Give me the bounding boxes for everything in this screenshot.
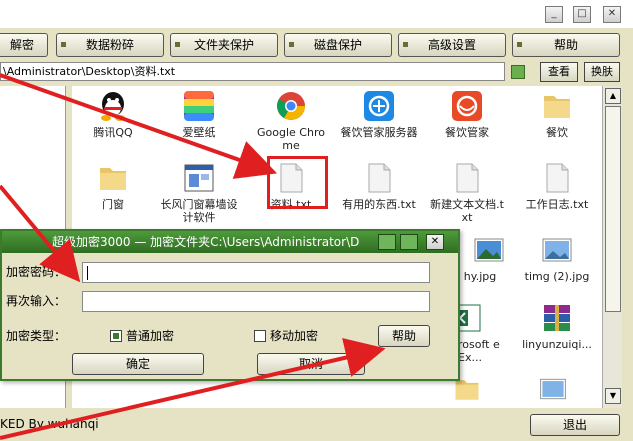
exit-button[interactable]: 退出 xyxy=(530,414,620,436)
folder-protect-button-label: 文件夹保护 xyxy=(193,38,254,52)
folder-icon xyxy=(544,96,570,118)
file-label: hy.jpg xyxy=(463,270,497,283)
folder-icon xyxy=(100,168,126,190)
file-label: 门窗 xyxy=(102,198,124,211)
dialog-title-bar: 超级加密3000 — 加密文件夹C:\Users\Administrator\D… xyxy=(2,231,458,253)
button-dot-icon xyxy=(61,42,66,47)
file-item[interactable]: 餐饮管家 xyxy=(428,86,506,158)
toolbar: 解密 数据粉碎 文件夹保护 磁盘保护 高级设置 帮助 xyxy=(0,31,633,59)
help-button[interactable]: 帮助 xyxy=(512,33,620,57)
decrypt-button-label: 解密 xyxy=(9,38,34,52)
maximize-icon[interactable]: □ xyxy=(573,6,591,23)
disk-protect-button-label: 磁盘保护 xyxy=(313,38,362,52)
file-item[interactable]: 腾讯QQ xyxy=(74,86,152,158)
file-item[interactable]: 爱壁纸 xyxy=(160,86,238,158)
mobile-encrypt-label: 移动加密 xyxy=(270,329,319,343)
password-input[interactable] xyxy=(82,262,430,283)
data-shred-button[interactable]: 数据粉碎 xyxy=(56,33,164,57)
image-file-icon xyxy=(474,238,504,262)
file-item[interactable]: 长风门窗幕墙设计软件 xyxy=(160,158,238,230)
file-label: rosoft e Ex... xyxy=(458,338,500,364)
file-label: 工作日志.txt xyxy=(525,198,589,211)
encrypt-type-label: 加密类型： xyxy=(6,329,67,343)
close-icon[interactable]: ✕ xyxy=(603,6,621,23)
dialog-close-icon[interactable]: ✕ xyxy=(426,234,444,250)
advanced-settings-button[interactable]: 高级设置 xyxy=(398,33,506,57)
change-skin-button[interactable]: 换肤 xyxy=(584,62,620,82)
txt-file-icon xyxy=(456,163,479,193)
file-item[interactable]: 餐饮 xyxy=(518,86,596,158)
dialog-minimize-icon[interactable] xyxy=(378,234,396,250)
scrollbar-thumb[interactable] xyxy=(605,106,621,312)
dialog-title: 超级加密3000 — 加密文件夹C:\Users\Administrator\D xyxy=(52,235,360,249)
mobile-encrypt-checkbox[interactable] xyxy=(254,330,266,342)
minimize-icon[interactable]: _ xyxy=(545,6,563,23)
image-file-icon xyxy=(542,238,572,262)
file-label: 餐饮 xyxy=(546,126,568,139)
normal-encrypt-label: 普通加密 xyxy=(126,329,175,343)
wallpaper-app-icon xyxy=(184,91,214,121)
restaurant-app-icon xyxy=(452,91,482,121)
button-dot-icon xyxy=(175,42,180,47)
file-item[interactable]: 门窗 xyxy=(74,158,152,230)
file-label: linyunzuiqi... xyxy=(522,338,592,351)
title-bar: _ □ ✕ xyxy=(0,0,633,28)
confirm-password-input[interactable] xyxy=(82,291,430,312)
file-item[interactable]: 有用的东西.txt xyxy=(340,158,418,230)
ok-button[interactable]: 确定 xyxy=(72,353,204,375)
file-item[interactable]: 餐饮管家服务器 xyxy=(340,86,418,158)
address-row: \Administrator\Desktop\资料.txt 查看 换肤 xyxy=(0,60,633,84)
folder-protect-button[interactable]: 文件夹保护 xyxy=(170,33,278,57)
file-item[interactable]: 工作日志.txt xyxy=(518,158,596,230)
advanced-settings-button-label: 高级设置 xyxy=(427,38,476,52)
file-label: Google Chrome xyxy=(257,126,325,152)
file-item[interactable]: timg (2).jpg xyxy=(518,230,596,302)
data-shred-button-label: 数据粉碎 xyxy=(85,38,134,52)
password-label: 加密密码： xyxy=(6,265,67,279)
file-item[interactable]: Google Chrome xyxy=(252,86,330,158)
status-text: KED By wuhanqi xyxy=(0,417,99,431)
txt-file-icon xyxy=(546,163,569,193)
qq-icon xyxy=(101,92,125,121)
scroll-down-icon[interactable]: ▼ xyxy=(605,388,621,404)
text-caret xyxy=(87,265,88,280)
go-icon[interactable] xyxy=(511,65,525,79)
txt-file-icon xyxy=(368,163,391,193)
restaurant-server-icon xyxy=(364,91,394,121)
file-label: 爱壁纸 xyxy=(182,126,216,139)
file-label: 新建文本文档.txt xyxy=(430,198,504,224)
file-label: 有用的东西.txt xyxy=(342,198,416,211)
help-button-label: 帮助 xyxy=(553,38,578,52)
button-dot-icon xyxy=(517,42,522,47)
cancel-button[interactable]: 取消 xyxy=(257,353,365,375)
vertical-scrollbar[interactable]: ▲ ▼ xyxy=(602,86,622,408)
highlight-box xyxy=(267,156,328,209)
rar-archive-icon xyxy=(544,305,570,331)
normal-encrypt-checkbox[interactable] xyxy=(110,330,122,342)
dialog-help-button[interactable]: 帮助 xyxy=(378,325,430,347)
scroll-up-icon[interactable]: ▲ xyxy=(605,88,621,104)
file-label: 餐饮管家 xyxy=(445,126,489,139)
decrypt-button[interactable]: 解密 xyxy=(0,33,48,57)
file-item[interactable]: hy.jpg xyxy=(450,230,528,302)
button-dot-icon xyxy=(403,42,408,47)
file-label: timg (2).jpg xyxy=(524,270,590,283)
file-label: 餐饮管家服务器 xyxy=(340,126,418,139)
view-button[interactable]: 查看 xyxy=(540,62,578,82)
encrypt-dialog: 超级加密3000 — 加密文件夹C:\Users\Administrator\D… xyxy=(0,229,460,381)
file-label: 腾讯QQ xyxy=(93,126,133,139)
chrome-icon xyxy=(277,92,305,120)
dialog-maximize-icon[interactable] xyxy=(400,234,418,250)
confirm-password-label: 再次输入： xyxy=(6,294,67,308)
file-item[interactable]: linyunzuiqi... xyxy=(518,298,596,370)
image-file-icon xyxy=(540,378,566,400)
file-item[interactable]: 新建文本文档.txt xyxy=(428,158,506,230)
address-field[interactable]: \Administrator\Desktop\资料.txt xyxy=(0,62,505,81)
app-window-icon xyxy=(184,164,214,192)
file-label: 长风门窗幕墙设计软件 xyxy=(160,198,238,224)
status-bar: KED By wuhanqi 退出 xyxy=(0,412,633,438)
button-dot-icon xyxy=(289,42,294,47)
disk-protect-button[interactable]: 磁盘保护 xyxy=(284,33,392,57)
